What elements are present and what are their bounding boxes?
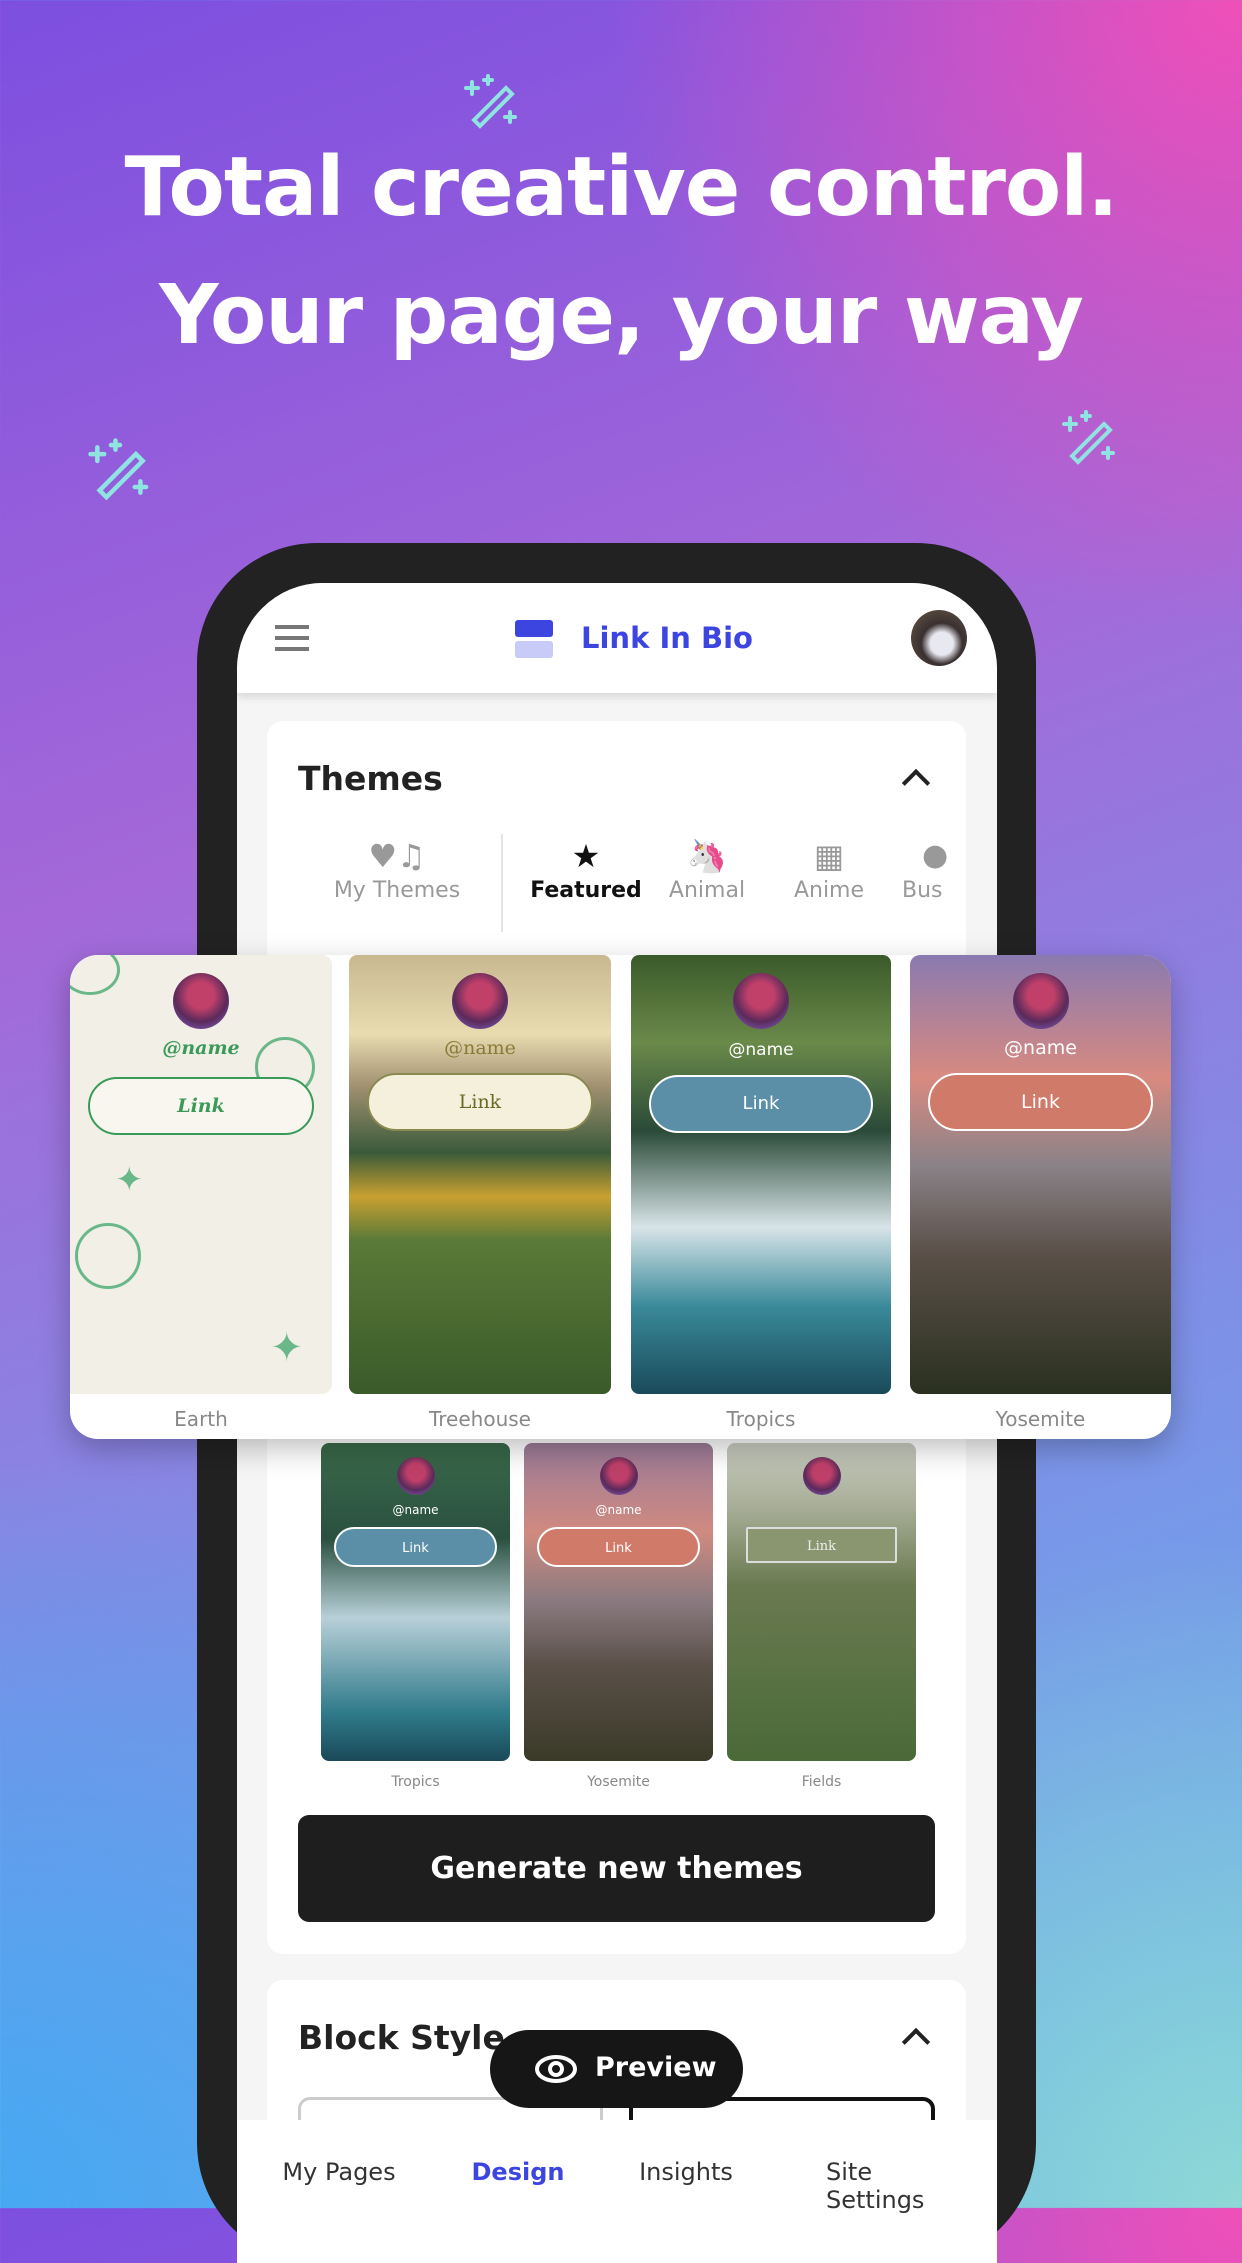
- theme-thumbnail-yosemite[interactable]: @name Link: [524, 1443, 713, 1761]
- eye-icon: [535, 2055, 577, 2083]
- themes-title: Themes: [298, 759, 443, 798]
- theme-thumbnail-tropics[interactable]: @name Link: [321, 1443, 510, 1761]
- theme-thumbnail-fields[interactable]: Link: [727, 1443, 916, 1761]
- sparkle-decoration: ✦: [270, 1325, 304, 1371]
- theme-link-button: Link: [745, 1527, 898, 1563]
- magic-wand-icon: [88, 438, 149, 501]
- collapse-chevron-icon[interactable]: [901, 768, 931, 798]
- theme-link-button: Link: [334, 1527, 497, 1567]
- theme-avatar: [173, 973, 229, 1029]
- theme-avatar: [599, 1457, 638, 1495]
- theme-label: Fields: [801, 1774, 842, 1790]
- theme-label: Tropics: [391, 1774, 440, 1790]
- business-icon: ●: [922, 838, 949, 873]
- theme-label: Yosemite: [587, 1774, 650, 1790]
- sparkle-decoration: ✦: [115, 1160, 144, 1200]
- menu-icon[interactable]: [275, 625, 309, 651]
- theme-link-button: Link: [537, 1527, 700, 1567]
- nav-design[interactable]: Design: [472, 2158, 565, 2186]
- theme-avatar: [733, 973, 789, 1029]
- magic-wand-icon: [1062, 410, 1115, 465]
- theme-label: Tropics: [726, 1407, 796, 1431]
- nav-insights[interactable]: Insights: [639, 2158, 733, 2186]
- theme-link-button: Link: [367, 1073, 593, 1131]
- theme-link-button: Link: [88, 1077, 314, 1135]
- generate-themes-button[interactable]: Generate new themes: [298, 1815, 935, 1922]
- theme-link-button: Link: [649, 1075, 873, 1133]
- tab-divider: [501, 834, 503, 932]
- theme-avatar: [452, 973, 508, 1029]
- tab-animal[interactable]: 🦄 Animal: [637, 834, 777, 903]
- theme-label: Earth: [174, 1407, 228, 1431]
- headline-line-2: Your page, your way: [159, 268, 1084, 363]
- theme-thumbnail-earth[interactable]: ✦ ✦ @name Link: [70, 955, 332, 1394]
- collapse-chevron-icon[interactable]: [901, 2027, 931, 2057]
- featured-themes-carousel: ✦ ✦ @name Link @name Link @name Link @na…: [70, 955, 1171, 1439]
- theme-handle: @name: [728, 1040, 794, 1060]
- magic-wand-icon: [464, 74, 517, 129]
- tab-bus[interactable]: ● Bus: [887, 834, 966, 903]
- preview-button[interactable]: Preview: [490, 2030, 743, 2108]
- tab-my-themes[interactable]: ♥♫ My Themes: [327, 834, 467, 903]
- unicorn-icon: 🦄: [687, 837, 727, 875]
- flower-decoration: [70, 955, 120, 995]
- logo-icon: [515, 620, 553, 658]
- app-title: Link In Bio: [581, 621, 753, 655]
- theme-thumbnail-treehouse[interactable]: @name Link: [349, 955, 611, 1394]
- block-style-title: Block Style: [298, 2018, 505, 2057]
- heart-music-shapes-icon: ♥♫: [368, 837, 426, 875]
- flower-decoration: [75, 1223, 141, 1289]
- theme-avatar: [1012, 973, 1069, 1029]
- user-avatar[interactable]: [911, 610, 967, 666]
- tab-anime[interactable]: ▦ Anime: [759, 834, 899, 903]
- theme-handle: @name: [162, 1037, 240, 1059]
- theme-link-button: Link: [928, 1073, 1153, 1131]
- theme-avatar: [802, 1457, 841, 1495]
- theme-label: Yosemite: [995, 1407, 1086, 1431]
- theme-thumbnail-tropics[interactable]: @name Link: [631, 955, 891, 1394]
- nav-site-settings[interactable]: Site Settings: [826, 2158, 940, 2214]
- nav-my-pages[interactable]: My Pages: [282, 2158, 395, 2186]
- app-header: Link In Bio: [237, 583, 997, 693]
- theme-avatar: [396, 1457, 435, 1495]
- sparkle-star-icon: ★: [571, 837, 601, 875]
- theme-handle: @name: [392, 1503, 439, 1517]
- theme-handle: @name: [444, 1037, 516, 1059]
- tab-featured[interactable]: ★ Featured: [516, 834, 656, 903]
- theme-category-tabs: ♥♫ My Themes ★ Featured 🦄 Animal ▦ Anime ● Bu…: [267, 834, 966, 934]
- theme-thumbnail-yosemite[interactable]: @name Link: [910, 955, 1171, 1394]
- film-icon: ▦: [813, 837, 845, 875]
- preview-label: Preview: [595, 2052, 717, 2083]
- headline-line-1: Total creative control.: [124, 140, 1118, 235]
- theme-label: Treehouse: [429, 1407, 531, 1431]
- bottom-navigation: My Pages Design Insights Site Settings: [237, 2120, 997, 2263]
- theme-handle: @name: [1004, 1037, 1077, 1059]
- theme-handle: @name: [595, 1503, 642, 1517]
